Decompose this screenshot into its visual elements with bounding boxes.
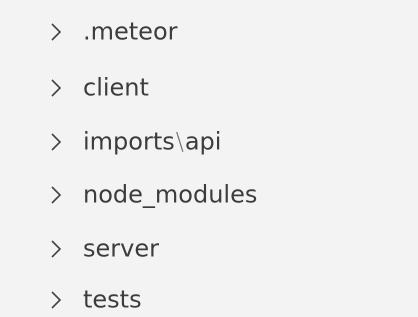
tree-item-label: tests	[83, 285, 142, 314]
chevron-right-icon	[48, 184, 64, 206]
path-separator: \	[175, 127, 184, 156]
tree-item-node-modules[interactable]: node_modules	[0, 173, 418, 217]
chevron-right-icon	[48, 21, 64, 43]
tree-item-meteor[interactable]: .meteor	[0, 10, 418, 54]
path-segment-api: api	[184, 127, 222, 156]
chevron-right-icon	[48, 238, 64, 260]
tree-item-server[interactable]: server	[0, 227, 418, 271]
tree-item-imports-api[interactable]: imports\api	[0, 120, 418, 164]
chevron-right-icon	[48, 289, 64, 311]
tree-item-label: .meteor	[83, 17, 178, 46]
path-segment-imports: imports	[83, 127, 175, 156]
tree-item-tests[interactable]: tests	[0, 278, 418, 317]
chevron-right-icon	[48, 77, 64, 99]
tree-item-client[interactable]: client	[0, 66, 418, 110]
tree-item-label-compact: imports\api	[83, 127, 221, 155]
file-explorer-tree: .meteor client imports\api node_modules …	[0, 0, 418, 317]
chevron-right-icon	[48, 131, 64, 153]
tree-item-label: client	[83, 73, 149, 102]
tree-item-label: node_modules	[83, 180, 258, 209]
tree-item-label: server	[83, 234, 159, 263]
